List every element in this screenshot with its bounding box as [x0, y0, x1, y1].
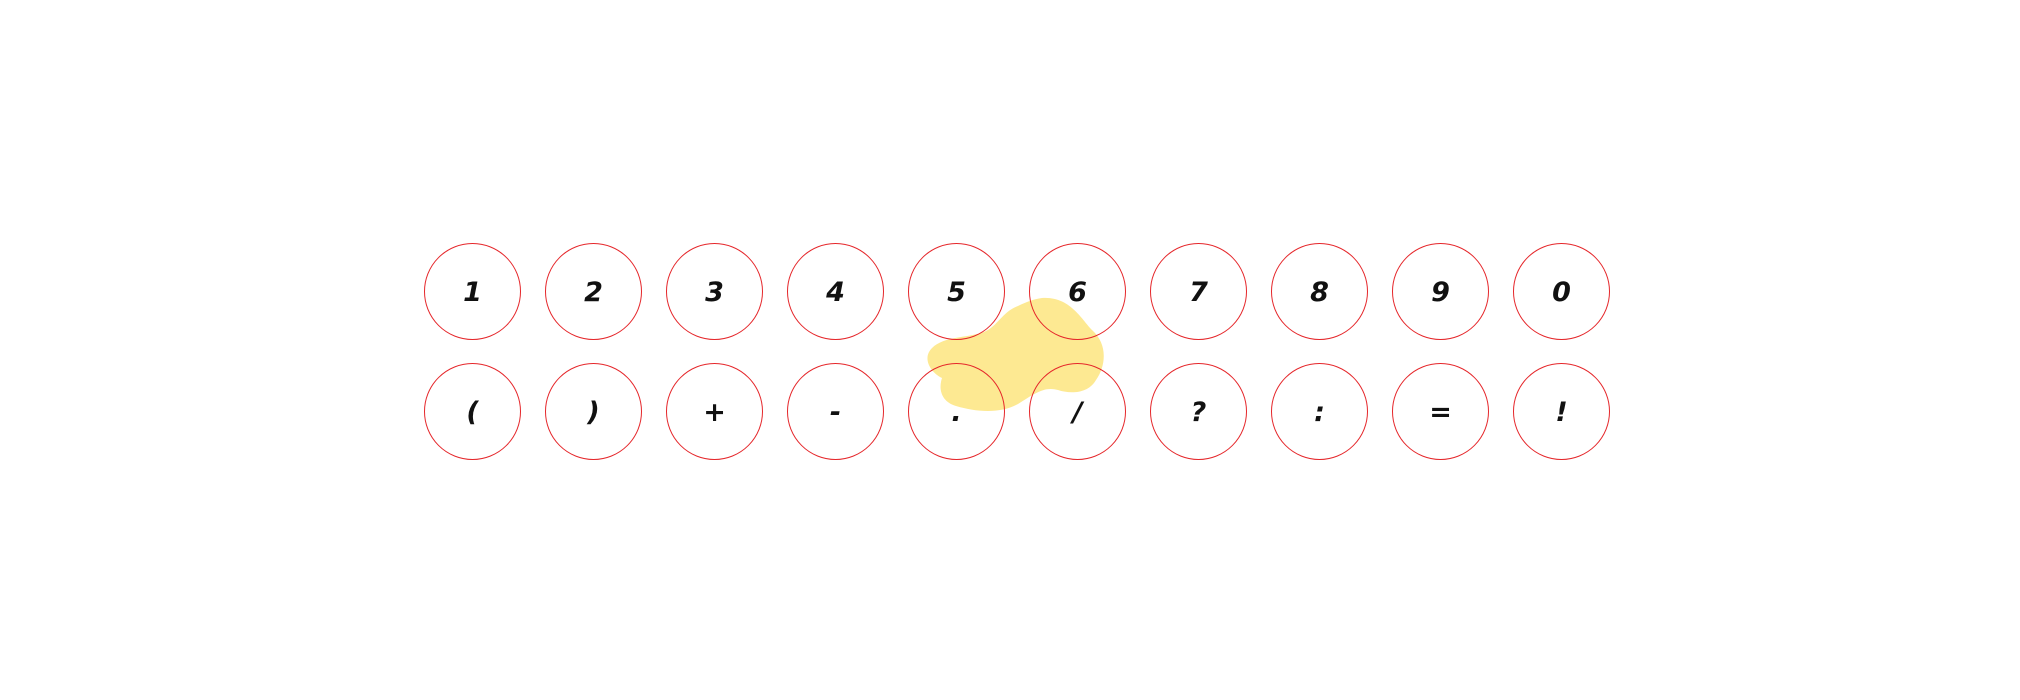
key-label: (: [466, 397, 479, 428]
key-6[interactable]: 6: [1029, 243, 1126, 340]
key-label: 6: [1068, 277, 1087, 308]
key-open-paren[interactable]: (: [424, 363, 521, 460]
key-0[interactable]: 0: [1513, 243, 1610, 340]
digit-row: 1 2 3 4 5 6 7 8 9 0: [424, 243, 1610, 340]
key-label: -: [829, 397, 842, 428]
key-colon[interactable]: :: [1271, 363, 1368, 460]
key-8[interactable]: 8: [1271, 243, 1368, 340]
key-label: 9: [1431, 277, 1450, 308]
key-label: .: [951, 397, 962, 428]
key-label: 2: [584, 277, 603, 308]
key-label: :: [1314, 397, 1325, 428]
key-label: 3: [705, 277, 724, 308]
symbol-row: ( ) + - . / ? : = !: [424, 363, 1610, 460]
key-label: 7: [1189, 277, 1208, 308]
key-1[interactable]: 1: [424, 243, 521, 340]
key-4[interactable]: 4: [787, 243, 884, 340]
key-label: ?: [1190, 397, 1207, 428]
key-label: /: [1072, 397, 1083, 428]
key-plus[interactable]: +: [666, 363, 763, 460]
key-label: !: [1555, 397, 1568, 428]
key-label: ): [587, 397, 600, 428]
key-equals[interactable]: =: [1392, 363, 1489, 460]
key-7[interactable]: 7: [1150, 243, 1247, 340]
key-label: 4: [826, 277, 845, 308]
key-close-paren[interactable]: ): [545, 363, 642, 460]
key-question[interactable]: ?: [1150, 363, 1247, 460]
key-exclamation[interactable]: !: [1513, 363, 1610, 460]
key-minus[interactable]: -: [787, 363, 884, 460]
key-label: +: [703, 397, 726, 428]
key-slash[interactable]: /: [1029, 363, 1126, 460]
key-9[interactable]: 9: [1392, 243, 1489, 340]
symbol-keypad: 1 2 3 4 5 6 7 8 9 0 ( ) + - . / ? : = !: [0, 0, 2020, 700]
key-2[interactable]: 2: [545, 243, 642, 340]
key-label: =: [1429, 397, 1452, 428]
key-3[interactable]: 3: [666, 243, 763, 340]
key-label: 0: [1552, 277, 1571, 308]
key-label: 5: [947, 277, 966, 308]
key-label: 8: [1310, 277, 1329, 308]
key-5[interactable]: 5: [908, 243, 1005, 340]
key-period[interactable]: .: [908, 363, 1005, 460]
key-label: 1: [463, 277, 482, 308]
